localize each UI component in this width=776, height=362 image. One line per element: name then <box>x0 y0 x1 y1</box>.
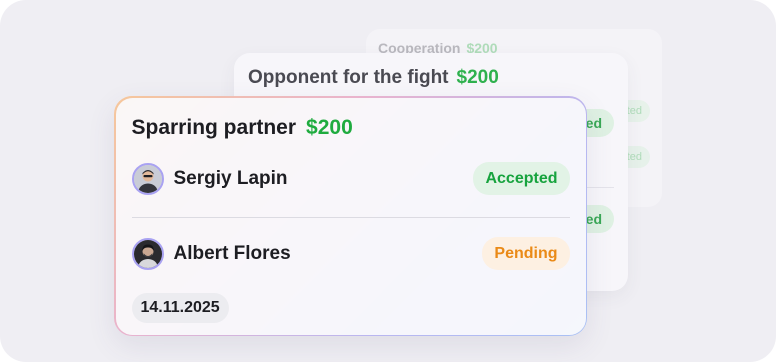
date-chip: 14.11.2025 <box>131 292 229 323</box>
avatar <box>131 237 164 270</box>
participant-row[interactable]: Albert Flores Pending <box>131 236 570 271</box>
status-badge: Accepted <box>473 161 570 195</box>
card-sparring-partner[interactable]: Sparring partner $200 Sergiy Lapin Accept… <box>114 96 587 336</box>
participant-name: Albert Flores <box>173 242 291 264</box>
card-title: Sparring partner $200 <box>131 115 353 139</box>
participant-row[interactable]: Sergiy Lapin Accepted <box>131 161 570 196</box>
avatar <box>131 162 164 195</box>
status-badge: Pending <box>482 236 570 270</box>
card-price: $200 <box>456 67 499 88</box>
card-body: Sparring partner $200 Sergiy Lapin Accept… <box>115 97 586 335</box>
participant-name: Sergiy Lapin <box>173 167 288 189</box>
stage-background: Cooperation$200 Accepted Accepted Oppone… <box>0 0 776 362</box>
divider <box>131 216 570 218</box>
card-title: Opponent for the fight $200 <box>248 67 499 88</box>
card-price: $200 <box>306 115 353 139</box>
